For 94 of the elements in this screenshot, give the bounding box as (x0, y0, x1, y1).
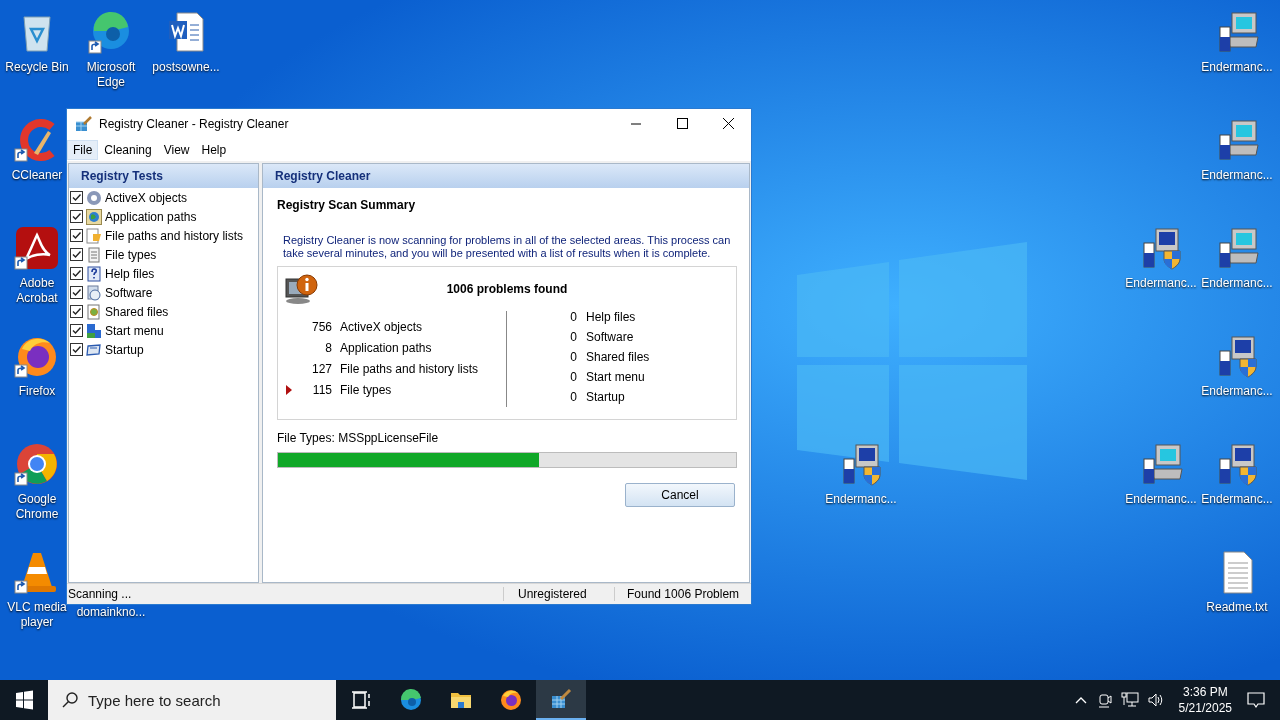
window-title: Registry Cleaner - Registry Cleaner (99, 117, 290, 131)
test-label: Application paths (105, 209, 197, 224)
registry-cleaner-icon (75, 116, 93, 132)
panel-header: Registry Tests (69, 164, 258, 188)
software-icon (86, 284, 102, 301)
scan-description: Registry Cleaner is now scanning for problems in all of the selected areas. This process can take several minutes, and you will be presented with a list of results when it is complete. (283, 234, 732, 260)
desktop-icon-label: postsowne... (151, 59, 221, 75)
checkbox[interactable] (70, 324, 83, 337)
result-count: 127 (310, 361, 332, 376)
test-label: ActiveX objects (105, 190, 188, 205)
checkbox[interactable] (70, 229, 83, 242)
desktop-icon-label: Firefox (17, 383, 57, 399)
test-label: File types (105, 247, 157, 262)
test-label: Software (105, 285, 153, 300)
shared-file-icon (86, 303, 102, 320)
panel-header: Registry Cleaner (263, 164, 749, 188)
result-count: 756 (310, 319, 332, 334)
menu-item[interactable]: Help (195, 140, 233, 160)
start-menu-icon (86, 322, 102, 339)
summary-heading: Registry Scan Summary (277, 198, 417, 212)
network-icon[interactable] (1120, 691, 1139, 709)
result-label: Help files (586, 310, 636, 324)
status-text: Scanning ... (67, 587, 133, 601)
desktop-icon-label: Endermanc... (1200, 59, 1274, 75)
desktop-icon-label: Endermanc... (1124, 491, 1198, 507)
result-count: 0 (569, 350, 577, 364)
checkbox[interactable] (70, 286, 83, 299)
desktop-icon-label: Endermanc... (1200, 167, 1274, 183)
checkbox[interactable] (70, 343, 83, 356)
menu-item[interactable]: Cleaning (98, 140, 158, 160)
chrome-icon[interactable] (14, 441, 60, 487)
firefox-icon (499, 688, 523, 712)
checkbox[interactable] (70, 210, 83, 223)
test-label: Shared files (105, 304, 169, 319)
result-label: File types (340, 382, 392, 397)
desktop-icon-label: Endermanc... (1200, 491, 1274, 507)
desktop-icon-label: Endermanc... (1200, 275, 1274, 291)
result-count: 0 (569, 330, 577, 344)
desktop-icon-label: Microsoft Edge (85, 59, 137, 90)
checkbox[interactable] (70, 191, 83, 204)
volume-icon[interactable] (1146, 691, 1165, 709)
desktop-icon-label: Endermanc... (1124, 275, 1198, 291)
result-count: 0 (569, 390, 577, 404)
checkbox[interactable] (70, 305, 83, 318)
result-label: Software (586, 330, 634, 344)
result-label: ActiveX objects (340, 319, 423, 334)
task-view-icon (349, 688, 373, 712)
globe-icon (86, 208, 102, 225)
result-label: Startup (586, 390, 625, 404)
status-text: Unregistered (503, 587, 614, 601)
test-label: Startup (105, 342, 144, 357)
current-scan-item: File Types: MSSppLicenseFile (277, 431, 440, 445)
problems-found-title: 1006 problems found (445, 282, 569, 296)
desktop-icon-label: Google Chrome (14, 491, 60, 522)
desktop-icon-label: VLC media player (6, 599, 68, 630)
gear-icon (86, 189, 102, 206)
result-label: Application paths (340, 340, 432, 355)
desktop-icon-label: Readme.txt (1205, 599, 1269, 615)
desktop-icon-label: Endermanc... (1200, 383, 1274, 399)
desktop-icon-label: Recycle Bin (4, 59, 70, 75)
result-label: Start menu (586, 370, 645, 384)
acrobat-icon[interactable] (14, 225, 60, 271)
result-label: Shared files (586, 350, 650, 364)
info-computer-icon (284, 273, 318, 305)
clock-time[interactable]: 3:36 PM (1182, 684, 1228, 700)
cancel-button[interactable]: Cancel (625, 483, 735, 507)
result-label: File paths and history lists (340, 361, 479, 376)
status-text: Found 1006 Problem (614, 587, 751, 601)
test-label: Start menu (105, 323, 164, 338)
document-icon (86, 246, 102, 263)
menu-item[interactable]: File (67, 140, 99, 160)
edge-icon (399, 688, 423, 712)
menu-item[interactable]: View (157, 140, 196, 160)
desktop-icon-label: Adobe Acrobat (15, 275, 59, 306)
checkbox[interactable] (70, 248, 83, 261)
search-field[interactable]: Type here to search (48, 680, 336, 720)
camera-icon[interactable] (1096, 691, 1113, 709)
test-label: File paths and history lists (105, 228, 244, 243)
startup-icon (86, 341, 102, 358)
result-count: 115 (311, 382, 332, 397)
registry-cleaner-icon (549, 687, 573, 711)
result-count: 8 (324, 340, 332, 355)
help-icon (86, 265, 102, 282)
result-count: 0 (569, 310, 577, 324)
test-label: Help files (105, 266, 155, 281)
desktop-icon-label: Endermanc... (824, 491, 898, 507)
desktop-icon-label: CCleaner (10, 167, 64, 183)
checkbox[interactable] (70, 267, 83, 280)
search-icon (61, 691, 79, 709)
notifications-icon[interactable] (1246, 691, 1266, 709)
desktop-icon-label: domainkno... (75, 604, 147, 620)
result-count: 0 (569, 370, 577, 384)
clock-date[interactable]: 5/21/2025 (1178, 700, 1232, 716)
folder-icon (86, 227, 102, 244)
